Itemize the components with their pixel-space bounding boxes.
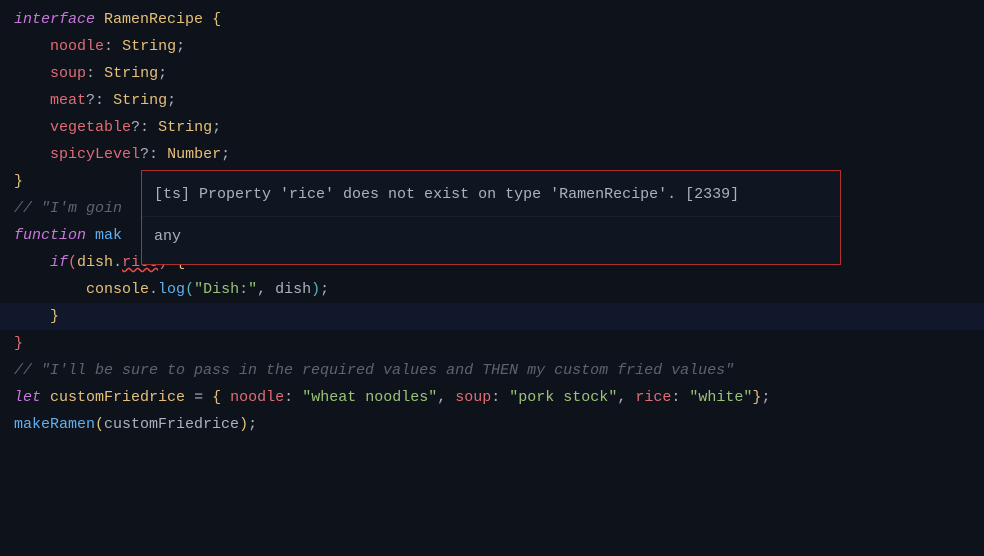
function-name: mak: [95, 227, 122, 244]
keyword-let: let: [14, 389, 41, 406]
property-name: vegetable?: [50, 119, 140, 136]
type-info: any: [154, 223, 828, 250]
console-obj: console: [86, 281, 149, 298]
code-line: let customFriedrice = { noodle: "wheat n…: [0, 384, 984, 411]
code-line-active: }: [0, 303, 984, 330]
type-ref: String: [158, 119, 212, 136]
code-line: meat?: String;: [0, 87, 984, 114]
error-hover-tooltip[interactable]: [ts] Property 'rice' does not exist on t…: [141, 170, 841, 265]
error-message: [ts] Property 'rice' does not exist on t…: [154, 181, 828, 208]
type-ref: Number: [167, 146, 221, 163]
close-brace: }: [14, 335, 23, 352]
keyword-interface: interface: [14, 11, 95, 28]
interface-name: RamenRecipe: [104, 11, 203, 28]
object-key: rice: [635, 389, 671, 406]
semicolon: ;: [221, 146, 230, 163]
semicolon: ;: [212, 119, 221, 136]
object-key: soup: [455, 389, 491, 406]
colon: :: [140, 119, 149, 136]
variable: dish: [275, 281, 311, 298]
open-brace: {: [212, 389, 221, 406]
code-line: }: [0, 330, 984, 357]
keyword-if: if: [50, 254, 68, 271]
keyword-function: function: [14, 227, 86, 244]
variable: dish: [77, 254, 113, 271]
argument: customFriedrice: [104, 416, 239, 433]
object-key: noodle: [230, 389, 284, 406]
type-ref: String: [104, 65, 158, 82]
code-line: vegetable?: String;: [0, 114, 984, 141]
comment: // "I'll be sure to pass in the required…: [14, 362, 734, 379]
close-brace: }: [14, 173, 23, 190]
string-literal: "pork stock": [509, 389, 617, 406]
colon: :: [95, 92, 104, 109]
property-name: meat?: [50, 92, 95, 109]
close-brace: }: [50, 308, 59, 325]
colon: :: [86, 65, 95, 82]
code-line: spicyLevel?: Number;: [0, 141, 984, 168]
semicolon: ;: [176, 38, 185, 55]
variable-name: customFriedrice: [50, 389, 185, 406]
code-line: noodle: String;: [0, 33, 984, 60]
dot: .: [149, 281, 158, 298]
open-paren: (: [185, 281, 194, 298]
colon: :: [104, 38, 113, 55]
code-line: console.log("Dish:", dish);: [0, 276, 984, 303]
colon: :: [149, 146, 158, 163]
dot: .: [113, 254, 122, 271]
semicolon: ;: [158, 65, 167, 82]
type-ref: String: [122, 38, 176, 55]
code-line: makeRamen(customFriedrice);: [0, 411, 984, 438]
close-paren: ): [311, 281, 320, 298]
string-literal: "Dish:": [194, 281, 257, 298]
semicolon: ;: [320, 281, 329, 298]
code-line: interface RamenRecipe {: [0, 6, 984, 33]
close-paren: ): [239, 416, 248, 433]
string-literal: "white": [689, 389, 752, 406]
open-paren: (: [68, 254, 77, 271]
string-literal: "wheat noodles": [302, 389, 437, 406]
tooltip-divider: [142, 216, 840, 217]
comment: // "I'm goin: [14, 200, 122, 217]
open-brace: {: [212, 11, 221, 28]
open-paren: (: [95, 416, 104, 433]
equals: =: [194, 389, 203, 406]
function-call: makeRamen: [14, 416, 95, 433]
method-log: log: [158, 281, 185, 298]
property-name: soup: [50, 65, 86, 82]
type-ref: String: [113, 92, 167, 109]
property-name: spicyLevel?: [50, 146, 149, 163]
comma: ,: [257, 281, 266, 298]
semicolon: ;: [248, 416, 257, 433]
property-name: noodle: [50, 38, 104, 55]
semicolon: ;: [167, 92, 176, 109]
code-line: // "I'll be sure to pass in the required…: [0, 357, 984, 384]
code-line: soup: String;: [0, 60, 984, 87]
semicolon: ;: [761, 389, 770, 406]
